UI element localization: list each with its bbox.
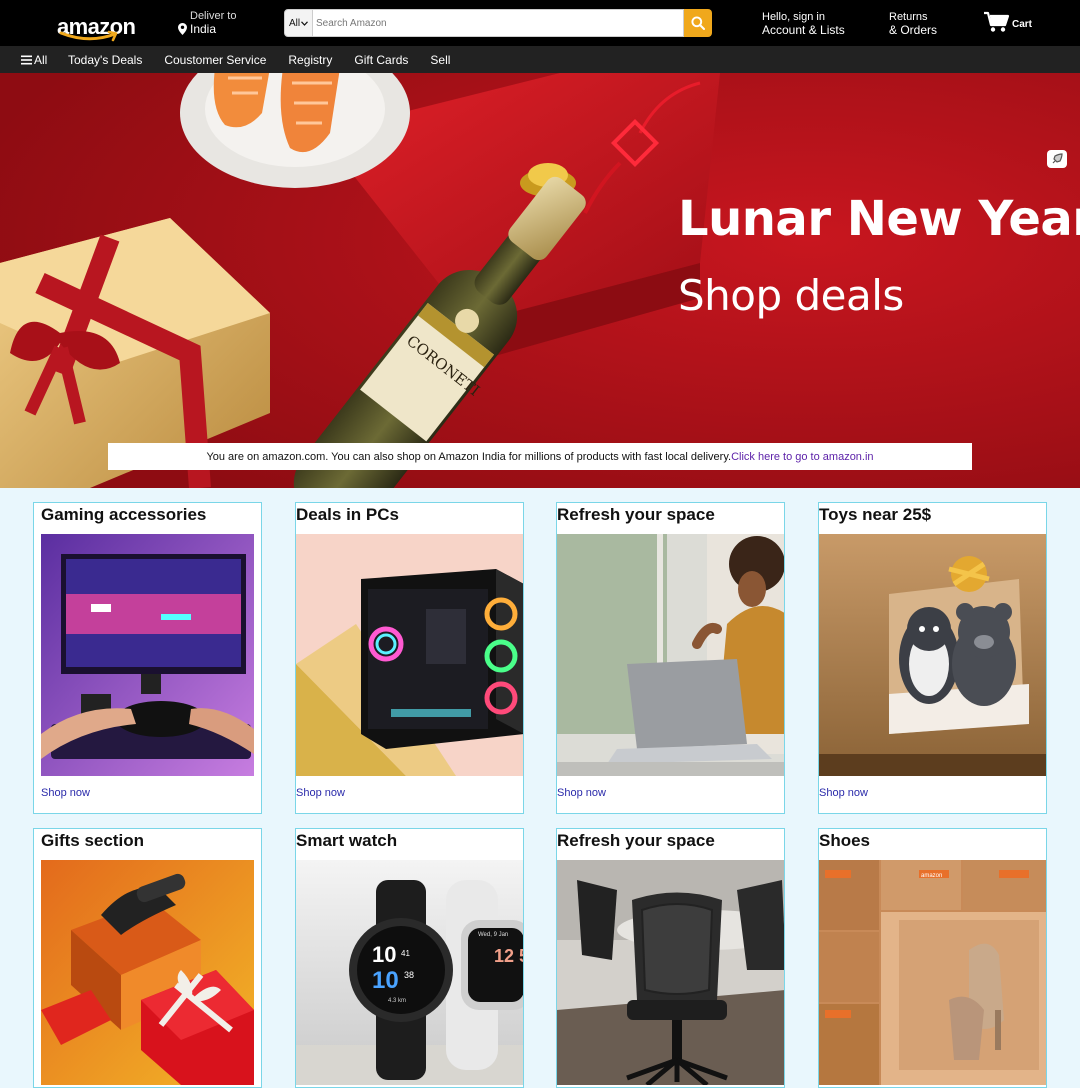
card-toys-near-25[interactable]: Toys near 25$ Shop now xyxy=(818,502,1047,814)
amazon-logo[interactable]: amazon xyxy=(57,8,136,42)
card-smart-watch[interactable]: Smart watch 12 5 Wed, 9 Jan 10 10 41 38 … xyxy=(295,828,524,1088)
watch-time-bottom: 10 xyxy=(372,967,399,994)
returns-label: Returns xyxy=(889,11,928,23)
subnav-todays-deals[interactable]: Today's Deals xyxy=(68,53,142,67)
subnav-links: Today's Deals Coustomer Service Registry… xyxy=(68,53,450,67)
shop-now-link[interactable]: Shop now xyxy=(296,787,345,799)
watch-2-label: Wed, 9 Jan xyxy=(478,932,508,938)
watch-small-bottom: 38 xyxy=(404,970,414,980)
orders-label: & Orders xyxy=(889,23,938,37)
laptop-person-image[interactable] xyxy=(557,534,784,776)
subnav-customer-service[interactable]: Coustomer Service xyxy=(164,53,266,67)
gift-boxes-image[interactable] xyxy=(41,860,254,1085)
shop-now-link[interactable]: Shop now xyxy=(557,787,606,799)
card-title: Deals in PCs xyxy=(296,505,399,524)
search-category-value: All xyxy=(288,17,301,29)
deliver-location: India xyxy=(190,22,217,36)
subnav-registry[interactable]: Registry xyxy=(288,53,332,67)
card-gaming-accessories[interactable]: Gaming accessories Shop now xyxy=(33,502,262,814)
account-lists-label: Account & Lists xyxy=(762,23,845,37)
gaming-setup-image[interactable] xyxy=(41,534,254,776)
all-menu-label: All xyxy=(34,53,48,67)
all-menu-button[interactable]: All xyxy=(21,53,47,67)
cart-button[interactable]: Cart xyxy=(984,11,1032,33)
shoe-boxes-image[interactable]: amazon xyxy=(819,860,1046,1085)
card-title: Gaming accessories xyxy=(41,505,207,524)
card-title: Toys near 25$ xyxy=(819,505,932,524)
pc-tower-image[interactable] xyxy=(296,534,523,776)
account-greeting: Hello, sign in xyxy=(762,11,825,23)
card-refresh-your-space[interactable]: Refresh your space Shop now xyxy=(556,502,785,814)
deliver-to-location[interactable]: Deliver to India xyxy=(178,10,236,36)
smart-watches-image[interactable]: 12 5 Wed, 9 Jan 10 10 41 38 4.3 km xyxy=(296,860,524,1085)
search-category-select[interactable]: All xyxy=(284,9,313,37)
returns-orders-link[interactable]: Returns & Orders xyxy=(889,11,937,37)
shop-now-link[interactable]: Shop now xyxy=(41,787,90,799)
watch-time-top: 10 xyxy=(372,942,396,967)
chevron-down-icon xyxy=(301,20,309,26)
box-label-text: amazon xyxy=(921,873,942,879)
cart-label: Cart xyxy=(1012,19,1033,30)
card-title: Gifts section xyxy=(41,831,144,850)
plush-toys-image[interactable] xyxy=(819,534,1046,776)
region-notice-bar: You are on amazon.com. You can also shop… xyxy=(108,443,972,470)
card-title: Refresh your space xyxy=(557,831,715,850)
smile-arrow-icon xyxy=(59,30,118,42)
search-bar: All xyxy=(284,9,712,37)
watch-small-top: 41 xyxy=(401,949,410,958)
search-icon xyxy=(691,16,705,30)
hero-title: Lunar New Year xyxy=(678,191,1080,247)
deliver-to-label: Deliver to xyxy=(190,10,237,22)
hamburger-menu-icon xyxy=(21,55,32,65)
watch-distance: 4.3 km xyxy=(388,998,406,1004)
shopping-cart-icon xyxy=(984,11,1010,32)
card-title: Shoes xyxy=(819,831,871,850)
hero-banner[interactable]: CORONETI Lunar New Year Shop deals You a… xyxy=(0,73,1080,488)
card-gifts-section[interactable]: Gifts section xyxy=(33,828,262,1088)
location-pin-icon xyxy=(178,23,187,35)
account-lists-menu[interactable]: Hello, sign in Account & Lists xyxy=(762,11,845,37)
amazon-in-link[interactable]: Click here to go to amazon.in xyxy=(731,451,873,463)
card-deals-in-pcs[interactable]: Deals in PCs Shop now xyxy=(295,502,524,814)
card-title: Smart watch xyxy=(296,831,398,850)
top-navigation-bar: amazon Deliver to India All H xyxy=(0,0,1080,46)
search-input[interactable] xyxy=(313,9,684,37)
shop-now-link[interactable]: Shop now xyxy=(819,787,868,799)
subnav-sell[interactable]: Sell xyxy=(430,53,450,67)
card-shoes[interactable]: Shoes amazon xyxy=(818,828,1047,1088)
search-button[interactable] xyxy=(684,9,712,37)
card-refresh-your-space-2[interactable]: Refresh your space xyxy=(556,828,785,1088)
card-title: Refresh your space xyxy=(557,505,715,524)
lunar-new-year-banner-image: CORONETI xyxy=(0,73,1080,488)
rocket-icon[interactable] xyxy=(1047,150,1067,168)
region-notice-text: You are on amazon.com. You can also shop… xyxy=(206,450,732,463)
secondary-navigation: All Today's Deals Coustomer Service Regi… xyxy=(0,46,1080,73)
hero-subtitle: Shop deals xyxy=(678,271,904,320)
subnav-gift-cards[interactable]: Gift Cards xyxy=(354,53,408,67)
watch-2-digits: 12 5 xyxy=(494,946,524,966)
office-chair-image[interactable] xyxy=(557,860,784,1085)
